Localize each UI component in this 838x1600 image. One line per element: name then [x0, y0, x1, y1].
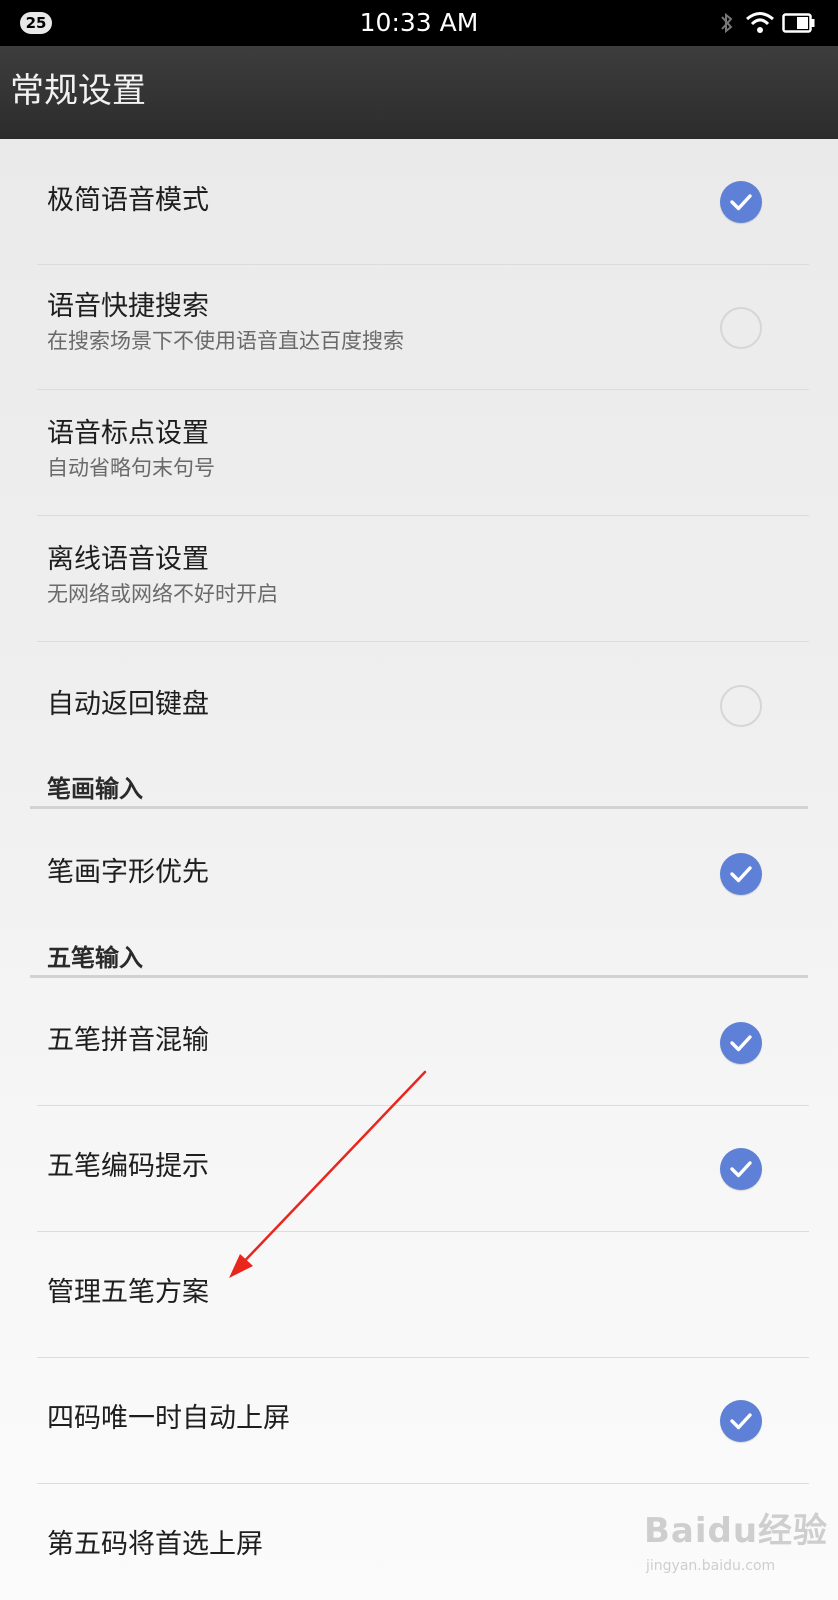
red-arrow-annotation — [229, 1070, 427, 1278]
baidu-watermark-logo: Baidu经验 jingyan.baidu.com — [644, 1511, 829, 1574]
